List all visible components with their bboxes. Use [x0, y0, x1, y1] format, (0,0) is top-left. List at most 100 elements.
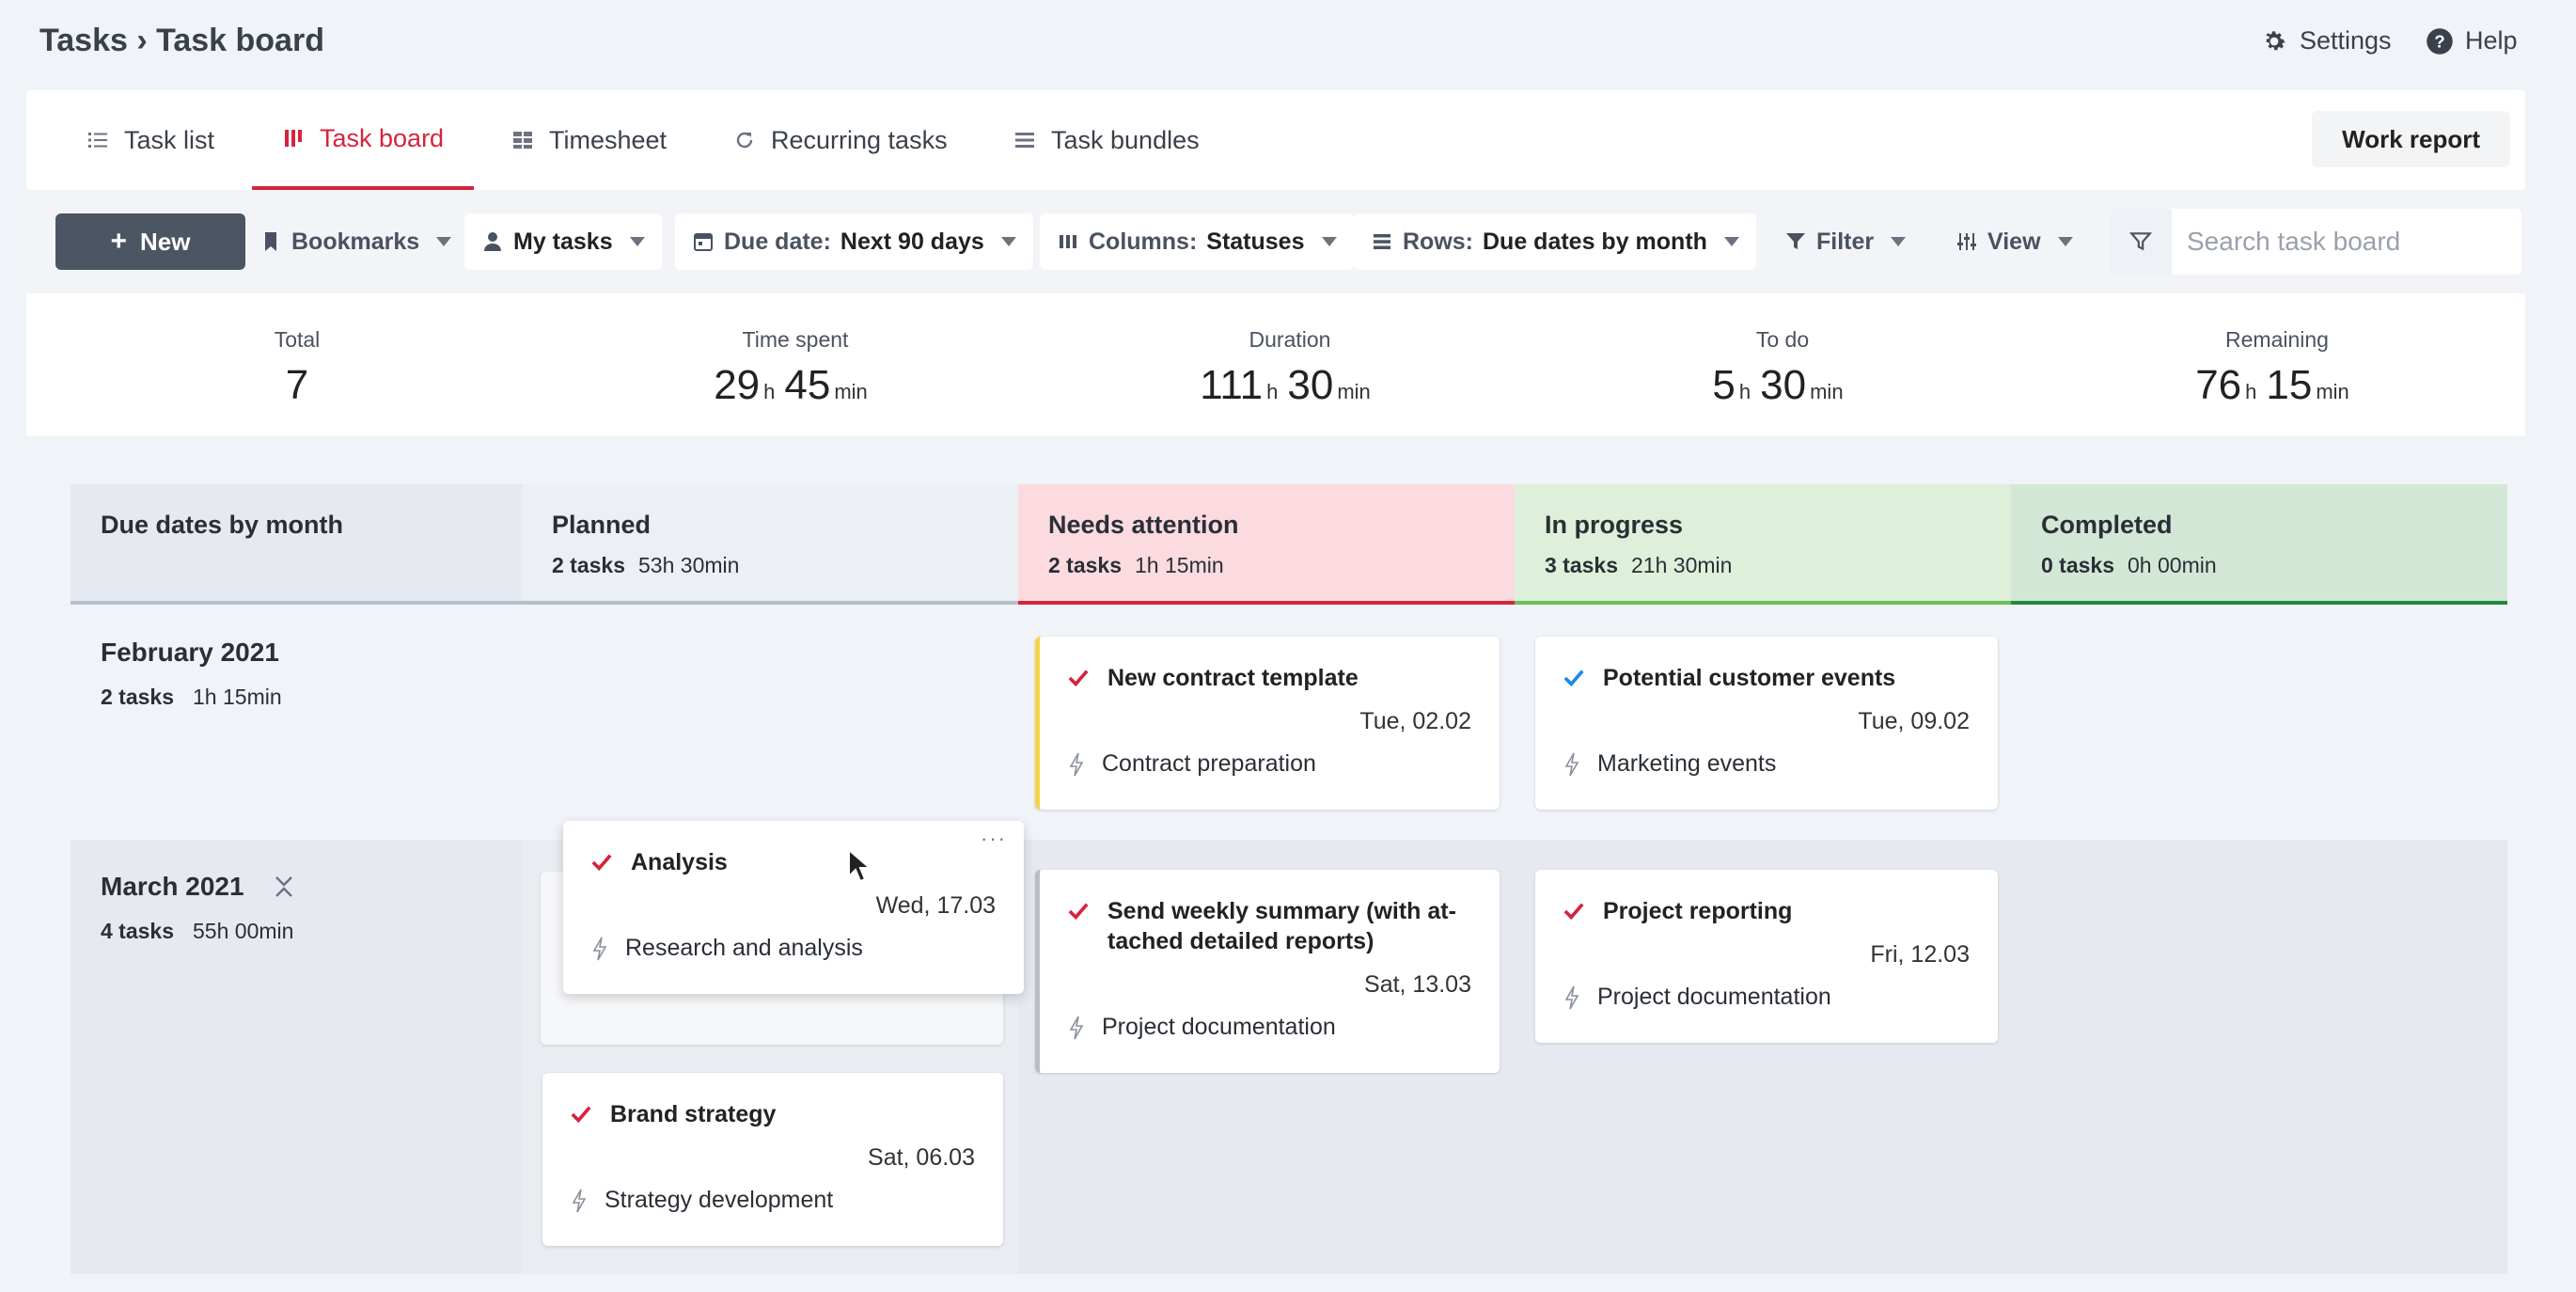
lightning-icon [592, 937, 607, 960]
bookmarks-dropdown[interactable]: Bookmarks [243, 213, 468, 270]
mouse-cursor-icon [848, 848, 872, 883]
stat-label: To do [1755, 327, 1810, 352]
task-card[interactable]: Project reporting Fri, 12.03 Project doc… [1535, 870, 1998, 1043]
rows-value: Due dates by month [1483, 228, 1707, 255]
lightning-icon [1564, 985, 1579, 1009]
grid-icon [513, 132, 532, 149]
task-card[interactable]: Brand strategy Sat, 06.03 Strategy devel… [542, 1073, 1003, 1246]
due-date-prefix: Due date: [724, 228, 831, 255]
row-header-column: Due dates by month [71, 484, 522, 605]
lightning-icon [1069, 1016, 1084, 1039]
column-task-count: 2 tasks [552, 553, 626, 577]
check-icon[interactable] [571, 1104, 591, 1125]
task-project: Research and analysis [625, 935, 863, 961]
filter-dropdown[interactable]: Filter [1767, 213, 1923, 270]
stat-remaining: Remaining 76 h 15 min [2136, 327, 2418, 409]
column-time: 0h 00min [2128, 553, 2217, 577]
column-title: Needs attention [1048, 511, 1239, 539]
search-input[interactable] [2172, 227, 2510, 257]
more-options-icon[interactable]: ··· [981, 827, 1007, 851]
check-icon[interactable] [591, 852, 612, 873]
page-title: Tasks › Task board [39, 23, 324, 58]
stat-value: 29 h 45 min [714, 362, 868, 408]
caret-down-icon [1321, 237, 1337, 246]
stat-total: Total 7 [156, 327, 438, 409]
task-card-dragging[interactable]: ··· Analysis Wed, 17.03 Research and ana… [563, 821, 1024, 994]
task-title: Project reporting [1603, 898, 1793, 924]
check-icon[interactable] [1563, 901, 1584, 922]
caret-down-icon [1723, 237, 1739, 246]
filter-search-icon[interactable] [2110, 209, 2172, 275]
lightning-icon [1564, 752, 1579, 776]
tab-timesheet[interactable]: Timesheet [511, 90, 667, 190]
check-icon[interactable] [1563, 668, 1584, 688]
column-task-count: 3 tasks [1545, 553, 1619, 577]
due-date-dropdown[interactable]: Due date: Next 90 days [675, 213, 1033, 270]
search-box [2110, 209, 2521, 275]
check-icon[interactable] [1068, 901, 1089, 922]
task-project: Project documentation [1597, 984, 1831, 1010]
tab-task-board[interactable]: Task board [252, 90, 475, 190]
filter-icon [1786, 233, 1805, 249]
column-task-count: 0 tasks [2041, 553, 2115, 577]
task-title: Brand strategy [610, 1101, 777, 1127]
user-icon [484, 232, 501, 251]
tab-label: Task board [320, 123, 445, 152]
filter-label: Filter [1816, 228, 1875, 255]
column-time: 53h 30min [638, 553, 740, 577]
view-label: View [1987, 228, 2041, 255]
rows-icon [1374, 234, 1390, 249]
toolbar: + New Bookmarks My tasks Due date: Next … [26, 190, 2525, 293]
task-card[interactable]: Send weekly summary (with at-tached deta… [1035, 870, 1500, 1073]
caret-down-icon [2057, 237, 2073, 246]
task-due-date: Sat, 13.03 [1364, 971, 1471, 998]
columns-value: Statuses [1206, 228, 1305, 255]
lightning-icon [1069, 752, 1084, 776]
stat-label: Total [274, 327, 321, 352]
board-icon [285, 130, 302, 147]
column-planned: Planned 2 tasks 53h 30min [522, 484, 1018, 605]
new-task-button[interactable]: + New [55, 213, 245, 270]
check-icon[interactable] [1068, 668, 1089, 688]
list-icon [88, 133, 107, 148]
task-due-date: Sat, 06.03 [868, 1144, 975, 1171]
task-title: Potential customer events [1603, 665, 1896, 691]
row-task-count: 4 tasks [101, 919, 175, 943]
task-project: Marketing events [1597, 750, 1777, 777]
task-board: Due dates by month Planned 2 tasks 53h 30… [71, 484, 2507, 1274]
column-time: 21h 30min [1631, 553, 1733, 577]
collapse-icon[interactable] [273, 874, 295, 900]
bundle-icon [1015, 133, 1034, 148]
settings-label: Settings [2300, 26, 2392, 55]
columns-dropdown[interactable]: Columns: Statuses [1040, 213, 1354, 270]
stat-label: Duration [1249, 327, 1331, 352]
help-link[interactable]: ? Help [2426, 26, 2518, 55]
rows-dropdown[interactable]: Rows: Due dates by month [1354, 213, 1756, 270]
columns-icon [1060, 235, 1076, 248]
row-task-count: 2 tasks [101, 685, 175, 709]
gear-icon [2266, 30, 2285, 50]
column-title: Planned [552, 511, 652, 539]
tab-task-bundles[interactable]: Task bundles [1013, 90, 1200, 190]
column-needs-attention: Needs attention 2 tasks 1h 15min [1018, 484, 1515, 605]
row-time: 1h 15min [193, 685, 282, 709]
bookmarks-label: Bookmarks [291, 228, 420, 255]
sliders-icon [1957, 233, 1976, 250]
tab-task-list[interactable]: Task list [86, 90, 214, 190]
tab-recurring-tasks[interactable]: Recurring tasks [733, 90, 948, 190]
stat-label: Time spent [742, 327, 849, 352]
work-report-button[interactable]: Work report [2312, 111, 2510, 167]
help-label: Help [2465, 26, 2518, 55]
view-dropdown[interactable]: View [1939, 213, 2090, 270]
task-card[interactable]: Potential customer events Tue, 09.02 Mar… [1535, 637, 1998, 810]
task-title: Analysis [631, 849, 728, 875]
task-card[interactable]: New contract template Tue, 02.02 Contrac… [1035, 637, 1500, 810]
svg-text:?: ? [2434, 31, 2444, 51]
tab-bar: Task list Task board Timesheet Recurring… [26, 90, 2525, 190]
row-header-title: Due dates by month [101, 511, 344, 539]
task-due-date: Tue, 02.02 [1359, 708, 1471, 734]
task-title: New contract template [1107, 665, 1359, 691]
settings-link[interactable]: Settings [2260, 26, 2392, 55]
stat-duration: Duration 111 h 30 min [1149, 327, 1431, 409]
my-tasks-dropdown[interactable]: My tasks [464, 213, 662, 270]
